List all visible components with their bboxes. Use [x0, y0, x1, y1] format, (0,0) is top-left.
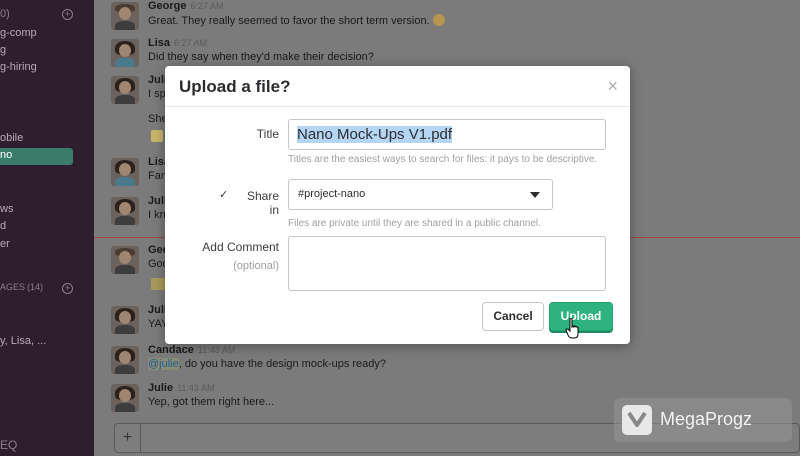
message-item: George 6:27 AM Great. They really seemed …: [94, 0, 800, 42]
sidebar: 0) + g-comp g g-hiring obile no ws d er …: [0, 0, 94, 456]
attach-file-button[interactable]: +: [115, 424, 141, 452]
sidebar-item-group-dm[interactable]: y, Lisa, ...: [0, 335, 46, 347]
share-hint: Files are private until they are shared …: [288, 218, 541, 229]
add-channel-icon[interactable]: +: [62, 9, 73, 20]
sidebar-item-hiring[interactable]: g-hiring: [0, 61, 37, 73]
add-dm-icon[interactable]: +: [62, 283, 73, 294]
hand-cursor-icon: [565, 318, 579, 339]
avatar[interactable]: [111, 39, 139, 67]
title-label: Title: [256, 127, 279, 141]
megaprogz-logo-icon: [622, 405, 652, 435]
message-text: @julie, do you have the design mock-ups …: [148, 358, 387, 370]
sidebar-header-fragment: 0): [0, 8, 10, 20]
share-label[interactable]: Share in: [235, 189, 279, 217]
sidebar-item-nano-label: no: [0, 149, 13, 161]
sidebar-item-ws[interactable]: ws: [0, 203, 13, 215]
mention[interactable]: @julie: [148, 358, 179, 370]
sidebar-item-er[interactable]: er: [0, 238, 10, 250]
cancel-button[interactable]: Cancel: [482, 302, 544, 331]
upload-button[interactable]: Upload: [549, 302, 613, 331]
sidebar-item-comp[interactable]: g-comp: [0, 27, 37, 39]
message-author[interactable]: Lisa 6:27 AM: [148, 37, 207, 49]
comment-textarea[interactable]: [288, 236, 606, 291]
title-input[interactable]: Nano Mock-Ups V1.pdf: [288, 119, 606, 150]
channel-select[interactable]: #project-nano: [288, 179, 553, 210]
upload-dialog: Upload a file? × Title Nano Mock-Ups V1.…: [165, 66, 630, 344]
avatar[interactable]: [111, 158, 139, 186]
watermark: MegaProgz: [614, 398, 792, 442]
avatar[interactable]: [111, 346, 139, 374]
direct-messages-header[interactable]: AGES: [0, 282, 25, 292]
message-item: Candace 11:43 AM @julie, do you have the …: [94, 344, 800, 386]
comment-label: Add Comment: [202, 240, 279, 254]
ok-hand-emoji-icon: [432, 14, 445, 26]
avatar[interactable]: [111, 197, 139, 225]
title-input-value: Nano Mock-Ups V1.pdf: [297, 126, 453, 143]
avatar[interactable]: [111, 306, 139, 334]
message-author[interactable]: Julie 11:43 AM: [148, 382, 214, 394]
message-text: Did they say when they'd make their deci…: [148, 51, 374, 63]
message-text: Yep, got them right here...: [148, 396, 275, 408]
watermark-text: MegaProgz: [660, 409, 753, 429]
sidebar-item-mobile[interactable]: obile: [0, 132, 23, 144]
search-icon[interactable]: EQ: [0, 438, 17, 452]
sidebar-item-nano[interactable]: no: [0, 148, 73, 165]
message-text: I sp: [148, 88, 166, 100]
message-text: Great. They really seemed to favor the s…: [148, 14, 445, 27]
title-hint: Titles are the easiest ways to search fo…: [288, 154, 598, 165]
avatar[interactable]: [111, 246, 139, 274]
avatar[interactable]: [111, 384, 139, 412]
message-text: I kn: [148, 209, 166, 221]
channel-select-value: #project-nano: [298, 188, 366, 200]
avatar[interactable]: [111, 76, 139, 104]
share-checkbox[interactable]: ✓: [219, 190, 229, 201]
direct-messages-count: (14): [27, 282, 44, 292]
dialog-title: Upload a file?: [179, 77, 291, 96]
close-icon[interactable]: ×: [607, 76, 618, 97]
message-author[interactable]: George 6:27 AM: [148, 0, 224, 12]
message-author[interactable]: Candace 11:43 AM: [148, 344, 235, 356]
sidebar-item-g[interactable]: g: [0, 44, 6, 56]
chevron-down-icon: [530, 192, 540, 198]
star-emoji-icon: [151, 130, 163, 142]
divider: [165, 106, 630, 107]
avatar[interactable]: [111, 2, 139, 30]
comment-optional-label: (optional): [233, 260, 279, 272]
sidebar-item-d[interactable]: d: [0, 220, 6, 232]
